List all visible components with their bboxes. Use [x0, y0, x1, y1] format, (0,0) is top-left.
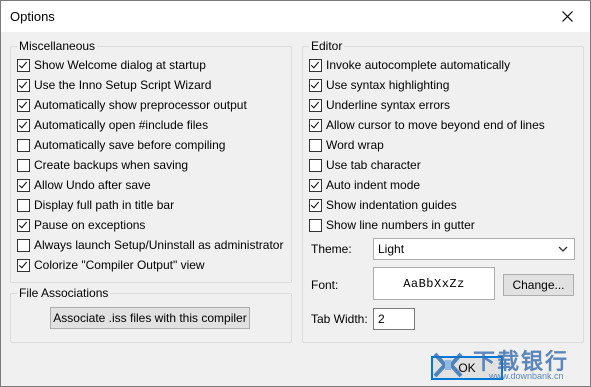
tab-width-input[interactable]: 2 — [373, 308, 415, 330]
checkbox-label: Automatically open #include files — [34, 118, 209, 132]
checkbox-label: Show Welcome dialog at startup — [34, 58, 206, 72]
misc-checkbox-automatically-save-before-compiling[interactable]: Automatically save before compiling — [17, 137, 225, 153]
editor-checkbox-show-line-numbers-in-gutter[interactable]: Show line numbers in gutter — [309, 217, 475, 233]
tab-width-label: Tab Width: — [311, 312, 368, 326]
miscellaneous-legend: Miscellaneous — [17, 39, 98, 53]
misc-checkbox-colorize-compiler-output-view[interactable]: Colorize "Compiler Output" view — [17, 257, 205, 273]
misc-checkbox-allow-undo-after-save[interactable]: Allow Undo after save — [17, 177, 151, 193]
window-title: Options — [10, 9, 55, 24]
editor-checkbox-underline-syntax-errors[interactable]: Underline syntax errors — [309, 97, 450, 113]
misc-checkbox-pause-on-exceptions[interactable]: Pause on exceptions — [17, 217, 145, 233]
checkbox-label: Use tab character — [326, 158, 421, 172]
checkbox-checked-icon — [17, 118, 30, 132]
chevron-down-icon — [558, 246, 568, 252]
font-preview: AaBbXxZz — [373, 267, 495, 300]
misc-checkbox-automatically-show-preprocessor-output[interactable]: Automatically show preprocessor output — [17, 97, 247, 113]
options-dialog: Options Miscellaneous Show Welcome dialo… — [0, 0, 591, 387]
checkbox-checked-icon — [17, 258, 30, 272]
theme-label: Theme: — [311, 242, 352, 256]
editor-checkbox-allow-cursor-to-move-beyond-end-of-lines[interactable]: Allow cursor to move beyond end of lines — [309, 117, 545, 133]
checkbox-label: Underline syntax errors — [326, 98, 451, 112]
checkbox-unchecked-icon — [17, 158, 30, 172]
checkbox-label: Show indentation guides — [326, 198, 457, 212]
checkbox-unchecked-icon — [17, 238, 30, 252]
editor-legend: Editor — [309, 39, 345, 53]
editor-checkbox-auto-indent-mode[interactable]: Auto indent mode — [309, 177, 420, 193]
checkbox-unchecked-icon — [17, 198, 30, 212]
misc-checkbox-use-the-inno-setup-script-wizard[interactable]: Use the Inno Setup Script Wizard — [17, 77, 211, 93]
checkbox-unchecked-icon — [309, 138, 322, 152]
checkbox-label: Word wrap — [326, 138, 384, 152]
ok-button[interactable]: OK — [431, 356, 503, 380]
checkbox-label: Allow Undo after save — [34, 178, 151, 192]
checkbox-checked-icon — [309, 78, 322, 92]
checkbox-checked-icon — [309, 198, 322, 212]
close-button[interactable] — [544, 1, 590, 32]
file-associations-legend: File Associations — [17, 286, 111, 300]
checkbox-label: Auto indent mode — [326, 178, 421, 192]
misc-checkbox-display-full-path-in-title-bar[interactable]: Display full path in title bar — [17, 197, 174, 213]
editor-checkbox-show-indentation-guides[interactable]: Show indentation guides — [309, 197, 457, 213]
checkbox-label: Pause on exceptions — [34, 218, 146, 232]
checkbox-label: Automatically save before compiling — [34, 138, 226, 152]
checkbox-label: Allow cursor to move beyond end of lines — [326, 118, 545, 132]
checkbox-unchecked-icon — [309, 218, 322, 232]
checkbox-label: Create backups when saving — [34, 158, 189, 172]
title-bar: Options — [1, 1, 590, 32]
misc-checkbox-always-launch-setup-uninstall-as-administrator[interactable]: Always launch Setup/Uninstall as adminis… — [17, 237, 283, 253]
font-label: Font: — [311, 278, 339, 292]
checkbox-label: Automatically show preprocessor output — [34, 98, 247, 112]
checkbox-label: Use the Inno Setup Script Wizard — [34, 78, 212, 92]
checkbox-label: Show line numbers in gutter — [326, 218, 475, 232]
checkbox-label: Display full path in title bar — [34, 198, 175, 212]
checkbox-checked-icon — [17, 178, 30, 192]
checkbox-label: Invoke autocomplete automatically — [326, 58, 511, 72]
checkbox-label: Use syntax highlighting — [326, 78, 450, 92]
misc-checkbox-automatically-open-include-files[interactable]: Automatically open #include files — [17, 117, 208, 133]
editor-checkbox-use-tab-character[interactable]: Use tab character — [309, 157, 421, 173]
checkbox-checked-icon — [309, 58, 322, 72]
checkbox-checked-icon — [17, 78, 30, 92]
theme-select[interactable]: Light — [373, 238, 575, 260]
theme-value: Light — [378, 242, 405, 256]
checkbox-checked-icon — [17, 98, 30, 112]
associate-iss-button[interactable]: Associate .iss files with this compiler — [50, 307, 250, 329]
checkbox-checked-icon — [309, 118, 322, 132]
checkbox-checked-icon — [309, 98, 322, 112]
checkbox-checked-icon — [17, 58, 30, 72]
checkbox-label: Colorize "Compiler Output" view — [34, 258, 205, 272]
editor-checkbox-word-wrap[interactable]: Word wrap — [309, 137, 384, 153]
editor-checkbox-invoke-autocomplete-automatically[interactable]: Invoke autocomplete automatically — [309, 57, 510, 73]
checkbox-unchecked-icon — [17, 138, 30, 152]
misc-checkbox-show-welcome-dialog-at-startup[interactable]: Show Welcome dialog at startup — [17, 57, 206, 73]
close-icon — [561, 11, 573, 22]
misc-checkbox-create-backups-when-saving[interactable]: Create backups when saving — [17, 157, 188, 173]
change-font-button[interactable]: Change... — [503, 274, 574, 296]
checkbox-checked-icon — [17, 218, 30, 232]
editor-checkbox-use-syntax-highlighting[interactable]: Use syntax highlighting — [309, 77, 449, 93]
checkbox-checked-icon — [309, 178, 322, 192]
checkbox-unchecked-icon — [309, 158, 322, 172]
checkbox-label: Always launch Setup/Uninstall as adminis… — [34, 238, 284, 252]
